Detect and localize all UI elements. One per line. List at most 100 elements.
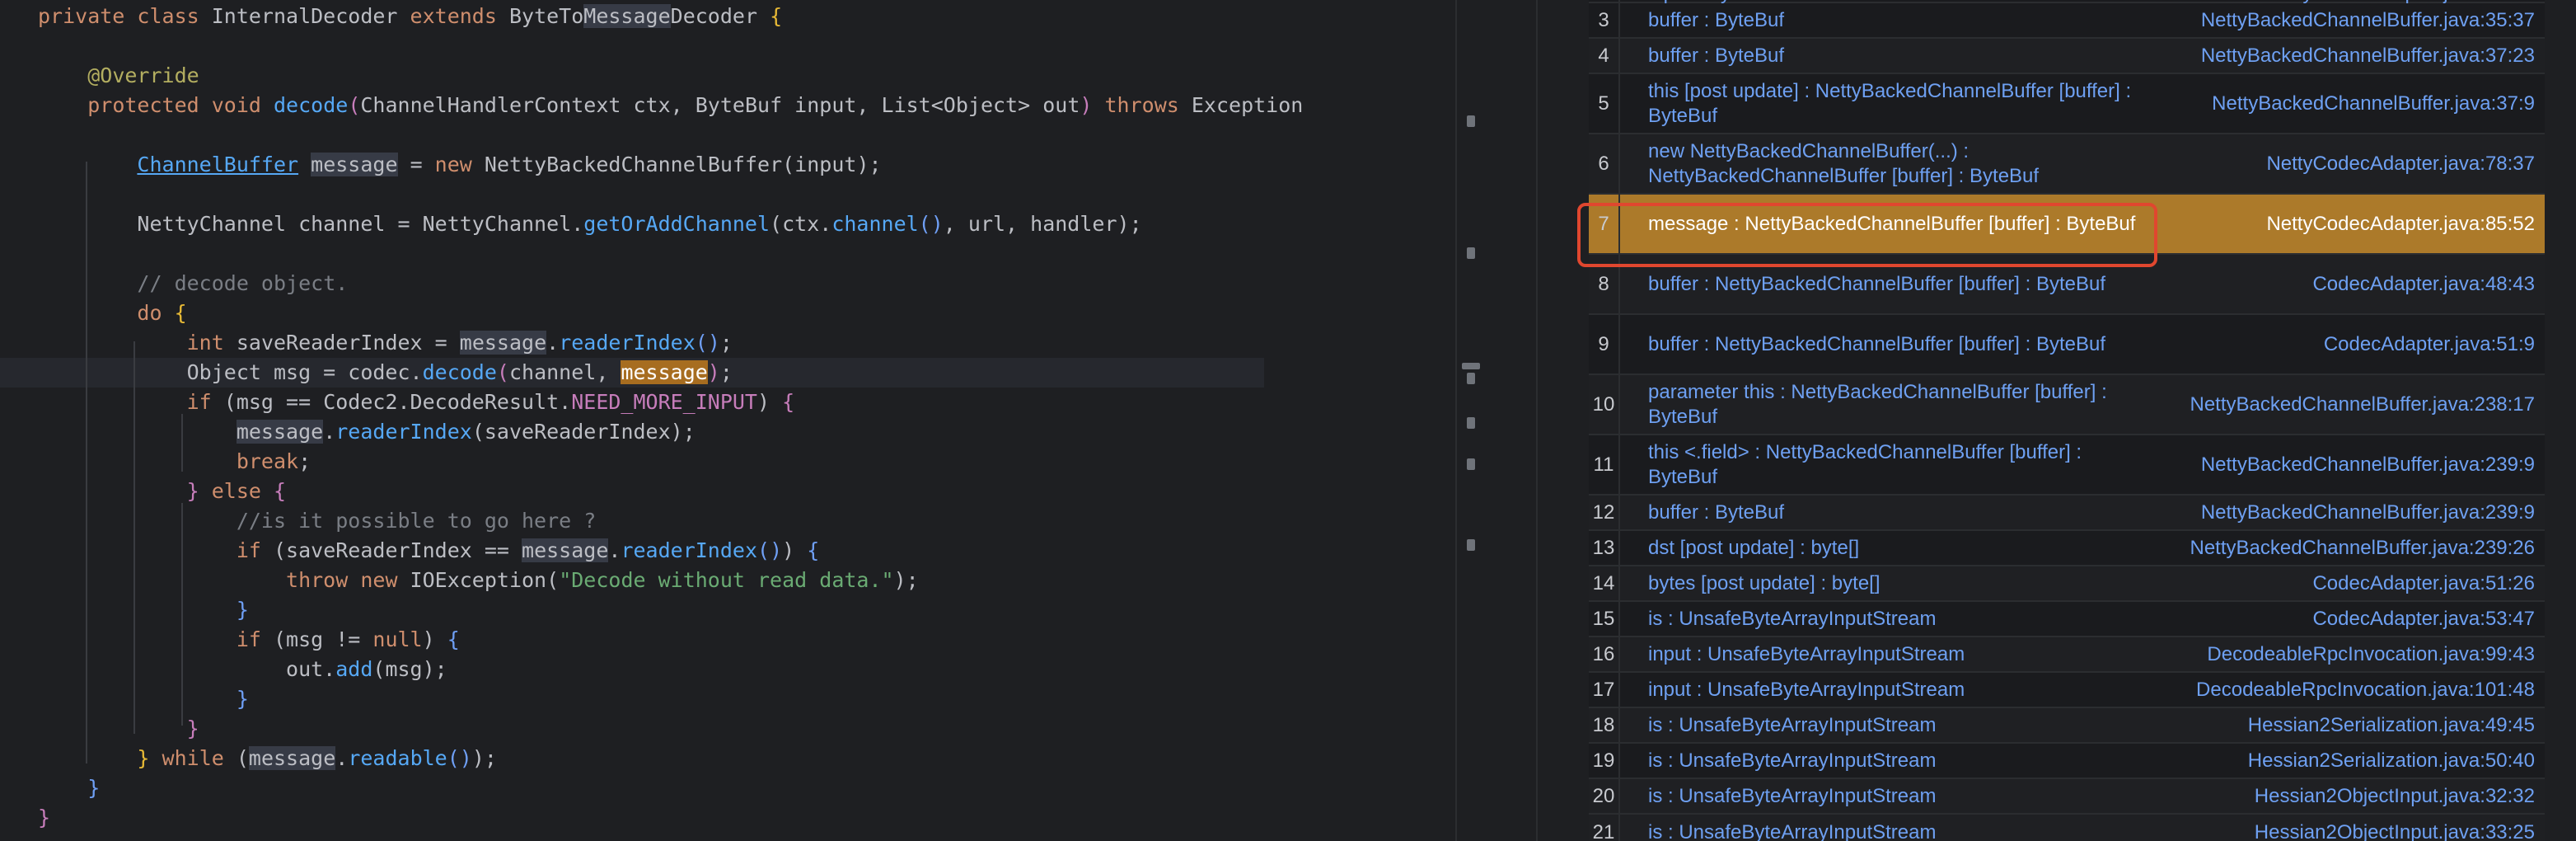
error-stripe-marker[interactable] (1467, 373, 1475, 384)
code-line[interactable]: } (38, 714, 199, 744)
step-location-link[interactable]: DecodeableRpcInvocation.java:99:43 (2207, 643, 2535, 666)
code-line[interactable]: NettyChannel channel = NettyChannel.getO… (38, 209, 1141, 239)
code-token: (msg); (372, 657, 447, 681)
path-step-row[interactable]: 20 is : UnsafeByteArrayInputStream Hessian… (1589, 779, 2545, 815)
code-line[interactable]: @Override (38, 61, 199, 91)
code-token: ( (236, 746, 249, 770)
path-step-row[interactable]: 12 buffer : ByteBuf NettyBackedChannelBuff… (1589, 496, 2545, 531)
step-location-link[interactable]: Hessian2Serialization.java:49:45 (2248, 714, 2535, 737)
error-stripe-marker[interactable] (1467, 539, 1475, 551)
error-stripe-marker[interactable] (1467, 115, 1475, 127)
step-number: 21 (1589, 815, 1620, 841)
path-step-row[interactable]: 15 is : UnsafeByteArrayInputStream CodecAd… (1589, 602, 2545, 637)
splitter[interactable] (1483, 0, 1538, 841)
step-location-link[interactable]: CodecAdapter.java:53:47 (2312, 608, 2535, 631)
step-number: 16 (1589, 637, 1620, 671)
error-stripe-marker[interactable] (1467, 247, 1475, 259)
code-token: ) (707, 360, 720, 384)
step-location-link[interactable]: NettyBackedChannelBuffer.java:35:37 (2201, 9, 2535, 32)
code-token: if (186, 390, 224, 414)
path-step-row[interactable]: 21 is : UnsafeByteArrayInputStream Hessian… (1589, 815, 2545, 841)
code-line[interactable]: } (38, 595, 249, 625)
code-line[interactable]: if (msg != null) { (38, 625, 460, 655)
code-line[interactable]: private class InternalDecoder extends By… (38, 2, 782, 31)
step-label: input : UnsafeByteArrayInputStream (1648, 678, 1965, 701)
results-scrollbar[interactable] (2555, 0, 2576, 841)
step-location-link[interactable]: NettyBackedChannelBuffer.java:239:26 (2190, 537, 2535, 560)
code-line[interactable]: } (38, 803, 50, 833)
code-editor[interactable]: private class InternalDecoder extends By… (0, 0, 1455, 841)
step-number: 2 (1589, 0, 1620, 4)
step-location-link[interactable]: CodecAdapter.java:51:9 (2324, 333, 2535, 356)
path-step-row[interactable]: 3 buffer : ByteBuf NettyBackedChannelBuffe… (1589, 3, 2545, 39)
path-step-row[interactable]: 16 input : UnsafeByteArrayInputStream Deco… (1589, 637, 2545, 673)
code-line[interactable]: } while (message.readable()); (38, 744, 497, 773)
step-location-link[interactable]: CodecAdapter.java:51:26 (2312, 572, 2535, 595)
code-line[interactable]: } (38, 684, 249, 714)
error-stripe-marker[interactable] (1462, 363, 1480, 369)
editor-scrollbar[interactable] (1455, 0, 1485, 841)
code-token: Message (583, 4, 671, 28)
step-label: input : UnsafeByteArrayInputStream (1648, 642, 1965, 665)
path-step-row[interactable]: 5 this [post update] : NettyBackedChannel… (1589, 74, 2545, 134)
code-token: input (794, 153, 857, 176)
step-number: 11 (1589, 435, 1620, 494)
code-line[interactable]: //is it possible to go here ? (38, 506, 597, 536)
error-stripe-marker[interactable] (1467, 458, 1475, 470)
step-location-link[interactable]: NettyCodecAdapter.java:78:37 (2266, 153, 2535, 176)
data-flow-path-list[interactable]: 2input : ByteBufNettyCodecAdapter.java:7… (1589, 0, 2545, 841)
code-line[interactable]: throw new IOException("Decode without re… (38, 566, 919, 595)
code-line[interactable]: int saveReaderIndex = message.readerInde… (38, 328, 733, 358)
path-step-row[interactable]: 17 input : UnsafeByteArrayInputStream Deco… (1589, 673, 2545, 708)
path-step-row[interactable]: 10 parameter this : NettyBackedChannelBuf… (1589, 375, 2545, 435)
step-location-link[interactable]: Hessian2Serialization.java:50:40 (2248, 749, 2535, 773)
code-token: readerIndex (559, 331, 696, 355)
step-location-link[interactable]: Hessian2ObjectInput.java:32:32 (2255, 785, 2535, 808)
path-step-row[interactable]: 11 this <.field> : NettyBackedChannelBuff… (1589, 435, 2545, 496)
path-step-row[interactable]: 18 is : UnsafeByteArrayInputStream Hessian… (1589, 708, 2545, 744)
code-token: InternalDecoder (211, 4, 410, 28)
path-step-row[interactable]: 19 is : UnsafeByteArrayInputStream Hessian… (1589, 744, 2545, 779)
code-line[interactable]: } (38, 773, 100, 803)
code-line[interactable]: out.add(msg); (38, 655, 447, 684)
step-label: buffer : ByteBuf (1648, 8, 1784, 31)
path-step-row[interactable]: 14 bytes [post update] : byte[] CodecAdapt… (1589, 566, 2545, 602)
step-location-link[interactable]: NettyBackedChannelBuffer.java:37:9 (2212, 92, 2535, 115)
code-token: message (236, 420, 324, 444)
step-location-link[interactable]: NettyBackedChannelBuffer.java:239:9 (2201, 501, 2535, 524)
code-line[interactable]: if (saveReaderIndex == message.readerInd… (38, 536, 819, 566)
code-token: (saveReaderIndex == (273, 538, 522, 562)
step-location-link[interactable]: CodecAdapter.java:48:43 (2312, 273, 2535, 296)
path-step-row[interactable]: 9 buffer : NettyBackedChannelBuffer [buff… (1589, 315, 2545, 375)
code-line[interactable]: ChannelBuffer message = new NettyBackedC… (38, 150, 882, 180)
code-line[interactable]: do { (38, 298, 186, 328)
step-label: is : UnsafeByteArrayInputStream (1648, 607, 1937, 630)
code-line[interactable]: // decode object. (38, 269, 348, 298)
error-stripe-marker[interactable] (1467, 417, 1475, 429)
code-token: NettyChannel channel = NettyChannel. (38, 212, 584, 236)
step-location-link[interactable]: NettyBackedChannelBuffer.java:37:23 (2201, 45, 2535, 68)
code-token: . (323, 420, 336, 444)
code-line[interactable]: } else { (38, 477, 286, 506)
step-label: this [post update] : NettyBackedChannelB… (1648, 79, 2132, 127)
step-location-link[interactable]: NettyBackedChannelBuffer.java:239:9 (2201, 453, 2535, 477)
code-token: ; (298, 449, 311, 473)
code-line[interactable]: message.readerIndex(saveReaderIndex); (38, 417, 696, 447)
code-line[interactable]: protected void decode(ChannelHandlerCont… (38, 91, 1303, 120)
step-location-link[interactable]: Hessian2ObjectInput.java:33:25 (2255, 821, 2535, 841)
code-line[interactable]: break; (38, 447, 311, 477)
path-step-row[interactable]: 4 buffer : ByteBuf NettyBackedChannelBuffe… (1589, 39, 2545, 74)
step-location-link[interactable]: NettyBackedChannelBuffer.java:238:17 (2190, 393, 2535, 416)
path-step-row[interactable]: 6 new NettyBackedChannelBuffer(...) : Net… (1589, 134, 2545, 195)
code-token: else (199, 479, 274, 503)
code-line[interactable]: Object msg = codec.decode(channel, messa… (38, 358, 733, 388)
code-line[interactable]: if (msg == Codec2.DecodeResult.NEED_MORE… (38, 388, 795, 417)
step-location-link[interactable]: NettyCodecAdapter.java:85:52 (2266, 213, 2535, 236)
step-number: 6 (1589, 134, 1620, 193)
path-step-row[interactable]: 13 dst [post update] : byte[] NettyBackedC… (1589, 531, 2545, 566)
code-token: ByteTo (508, 4, 584, 28)
step-location-link[interactable]: DecodeableRpcInvocation.java:101:48 (2196, 679, 2535, 702)
